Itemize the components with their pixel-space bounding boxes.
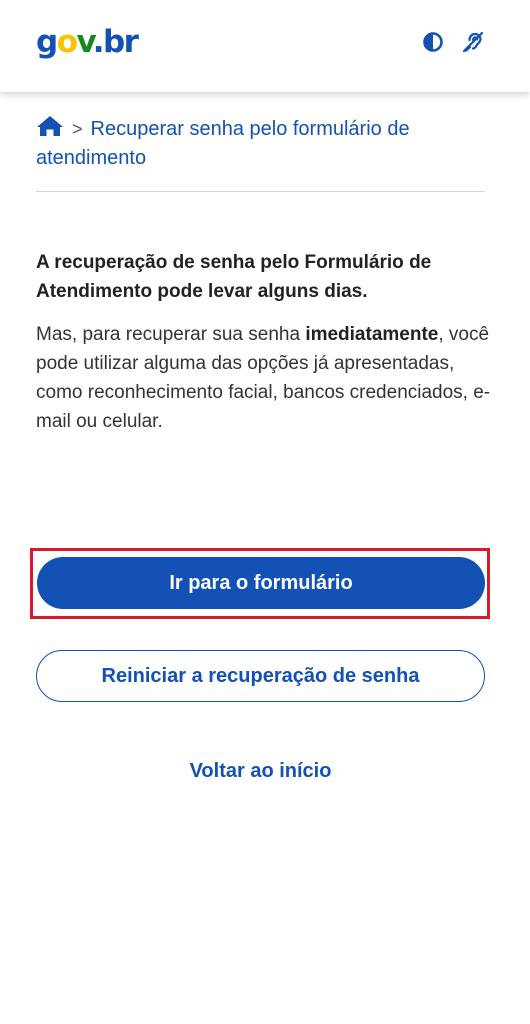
home-icon[interactable]: [36, 114, 64, 138]
contrast-icon[interactable]: [421, 30, 445, 54]
back-to-start-link[interactable]: Voltar ao início: [36, 756, 485, 786]
body-text-emphasis: imediatamente: [305, 324, 439, 345]
app-header: gov.br: [0, 0, 530, 92]
logo-dot: .: [92, 24, 105, 60]
logo-letter-o: o: [56, 24, 78, 60]
breadcrumb-current[interactable]: Recuperar senha pelo formulário de atend…: [36, 118, 410, 169]
go-to-form-button[interactable]: Ir para o formulário: [37, 557, 485, 609]
breadcrumb: > Recuperar senha pelo formulário de aten…: [36, 114, 486, 173]
breadcrumb-separator: >: [72, 119, 83, 139]
logo-letter-v: v: [76, 24, 95, 60]
logo-letters-br: br: [102, 24, 139, 60]
lead-text: A recuperação de senha pelo Formulário d…: [36, 252, 432, 302]
govbr-logo[interactable]: gov.br: [36, 22, 139, 62]
restart-recovery-button[interactable]: Reiniciar a recuperação de senha: [36, 650, 485, 702]
body-text-prefix: Mas, para recuperar sua senha: [36, 324, 306, 345]
hearing-icon[interactable]: [461, 30, 485, 54]
body-text: Mas, para recuperar sua senha imediatame…: [36, 320, 491, 436]
logo-letter-g: g: [36, 24, 58, 60]
divider: [36, 191, 485, 192]
